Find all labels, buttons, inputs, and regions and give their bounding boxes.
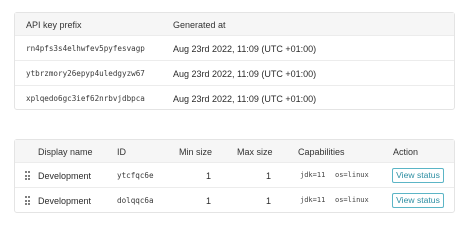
- column-header-api-key-prefix: API key prefix: [26, 20, 82, 30]
- column-header-max-size: Max size: [237, 147, 273, 157]
- api-key-prefix: ytbrzmory26epyp4uledgyzw67: [26, 69, 145, 78]
- view-status-button[interactable]: View status: [392, 168, 444, 183]
- capability-tag-jdk: jdk=11: [300, 171, 326, 179]
- api-key-prefix: rn4pfs3s4elhwfev5pyfesvagp: [26, 44, 145, 53]
- capability-tag-jdk: jdk=11: [300, 196, 326, 204]
- drag-handle-icon[interactable]: [25, 171, 30, 180]
- api-key-prefix: xplqedo6gc3ief62nrbvjdbpca: [26, 94, 145, 103]
- view-status-button[interactable]: View status: [392, 193, 444, 208]
- pools-table: Display name ID Min size Max size Capabi…: [14, 139, 455, 213]
- pool-min-size: 1: [205, 171, 211, 181]
- pool-id: dolqqc6a: [117, 196, 154, 205]
- pool-max-size: 1: [265, 171, 271, 181]
- column-header-min-size: Min size: [179, 147, 213, 157]
- api-key-row: rn4pfs3s4elhwfev5pyfesvagp Aug 23rd 2022…: [15, 36, 454, 61]
- pools-header-row: Display name ID Min size Max size Capabi…: [15, 140, 454, 163]
- api-keys-header-row: API key prefix Generated at: [15, 13, 454, 36]
- api-keys-table: API key prefix Generated at rn4pfs3s4elh…: [14, 12, 455, 110]
- api-key-row: xplqedo6gc3ief62nrbvjdbpca Aug 23rd 2022…: [15, 86, 454, 110]
- pool-row: Development dolqqc6a 1 1 jdk=11 os=linux…: [15, 188, 454, 213]
- api-key-row: ytbrzmory26epyp4uledgyzw67 Aug 23rd 2022…: [15, 61, 454, 86]
- api-key-generated-at: Aug 23rd 2022, 11:09 (UTC +01:00): [173, 44, 317, 54]
- capability-tag-os: os=linux: [335, 171, 369, 179]
- capability-tag-os: os=linux: [335, 196, 369, 204]
- pool-display-name: Development: [38, 171, 92, 181]
- column-header-capabilities: Capabilities: [298, 147, 345, 157]
- page: API key prefix Generated at rn4pfs3s4elh…: [0, 0, 474, 229]
- column-header-generated-at: Generated at: [173, 20, 226, 30]
- pool-max-size: 1: [265, 196, 271, 206]
- api-key-generated-at: Aug 23rd 2022, 11:09 (UTC +01:00): [173, 69, 317, 79]
- pool-min-size: 1: [205, 196, 211, 206]
- column-header-action: Action: [393, 147, 419, 157]
- drag-handle-icon[interactable]: [25, 196, 30, 205]
- pool-row: Development ytcfqc6e 1 1 jdk=11 os=linux…: [15, 163, 454, 188]
- pool-id: ytcfqc6e: [117, 171, 154, 180]
- pool-display-name: Development: [38, 196, 92, 206]
- column-header-display-name: Display name: [38, 147, 93, 157]
- api-key-generated-at: Aug 23rd 2022, 11:09 (UTC +01:00): [173, 94, 317, 104]
- column-header-id: ID: [117, 147, 126, 157]
